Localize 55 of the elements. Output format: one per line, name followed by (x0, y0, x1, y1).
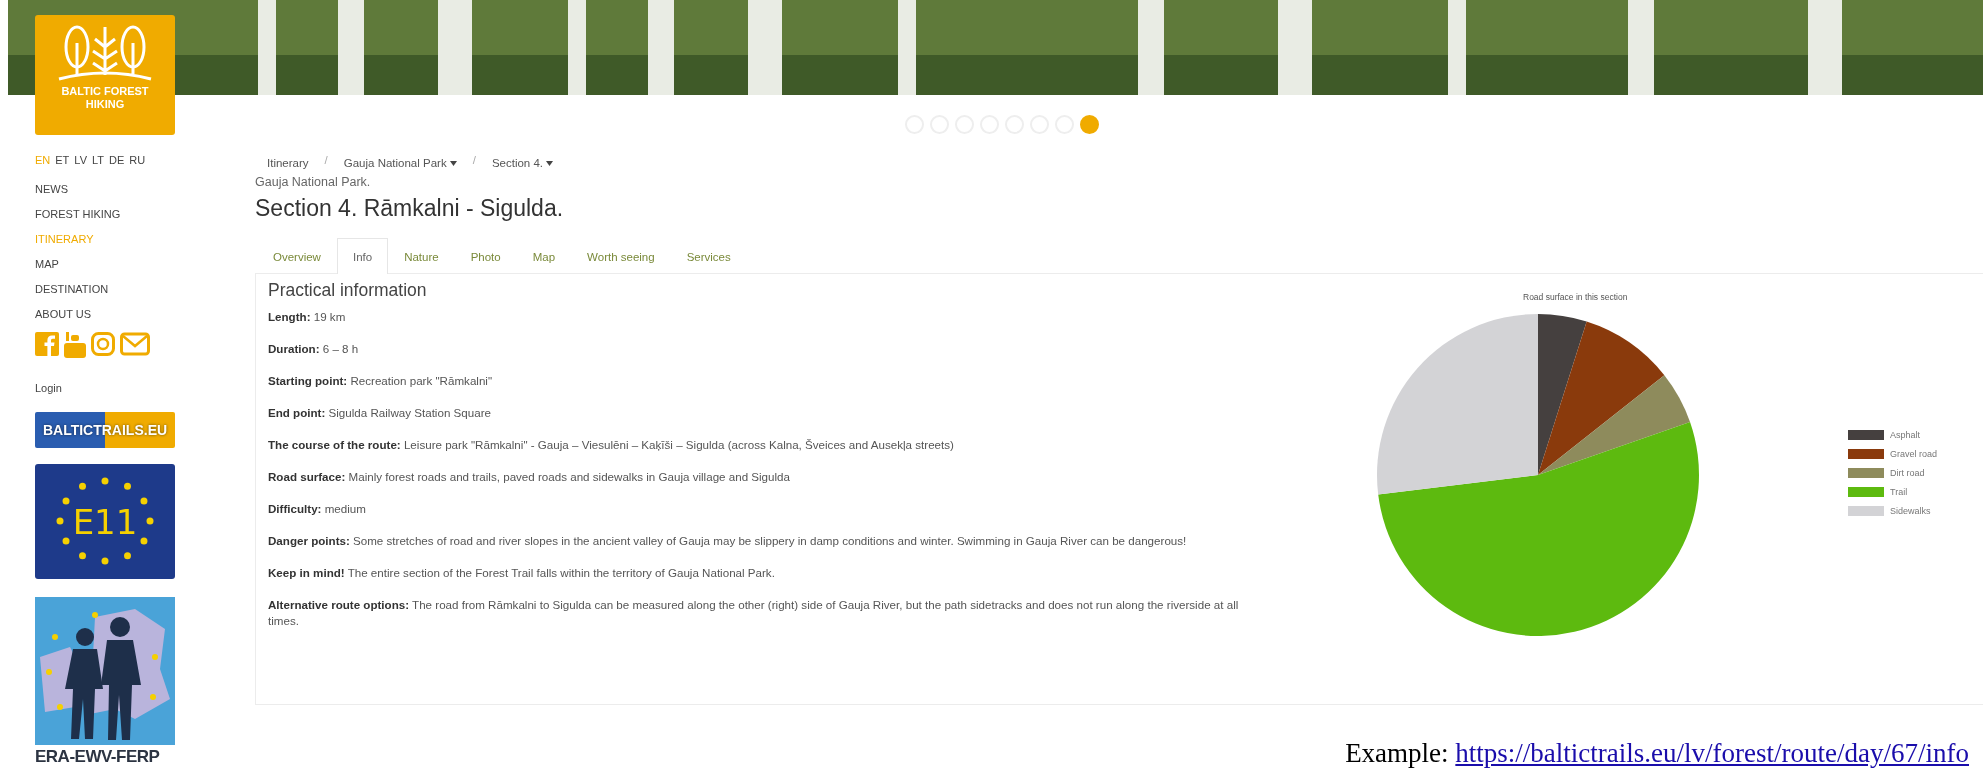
nav-link[interactable]: FOREST HIKING (35, 207, 121, 222)
info-paragraph: End point: Sigulda Railway Station Square (268, 405, 492, 421)
info-paragraph: Alternative route options: The road from Rāmkalni to Sigulda can be measured along the other (right) side of Gauja River, but the path sidetracks and does not run along the riverside at all times. (268, 597, 1240, 629)
login-link[interactable]: Login (35, 382, 200, 394)
language-link[interactable]: ET (55, 154, 70, 166)
park-name: Gauja National Park. (255, 175, 372, 189)
language-link[interactable]: DE (109, 154, 125, 166)
nav-link[interactable]: ABOUT US (35, 307, 92, 322)
legend-label: Asphalt (1890, 430, 1921, 440)
chart-title: Road surface in this section (1523, 292, 1628, 302)
breadcrumb-separator: / (324, 154, 328, 166)
tab[interactable]: Map (516, 238, 572, 274)
info-paragraph: Danger points: Some stretches of road and river slopes in the ancient valley of Gauja may be slippery in damp conditions and winter. Swimming in Gauja River can be dangerous! (268, 533, 1188, 549)
example-label: Example: (1345, 738, 1449, 768)
legend-label: Dirt road (1890, 468, 1925, 478)
info-paragraph: Difficulty: medium (268, 501, 367, 517)
info-paragraph: The course of the route: Leisure park "Rāmkalni" - Gauja – Viesulēni – Kaķīši – Sigulda (across Kalna, Šveices and Ausekļa streets) (268, 437, 955, 453)
hikers-logo-drawing[interactable] (35, 597, 175, 745)
breadcrumb-separator: / (472, 154, 476, 166)
e11-label: E11 (72, 501, 138, 542)
nav-link[interactable]: MAP (35, 257, 59, 272)
tab[interactable]: Photo (454, 238, 517, 274)
tab[interactable]: Services (670, 238, 747, 274)
info-paragraph: Length: 19 km (268, 309, 347, 325)
era-logo-text: ERA-EWV-FERP (35, 747, 161, 767)
breadcrumb-link[interactable]: Gauja National Park (343, 157, 457, 169)
instagram-icon[interactable] (91, 332, 115, 356)
e11-banner[interactable]: E11 (35, 464, 175, 579)
nav-link[interactable]: DESTINATION (35, 282, 109, 297)
breadcrumb-link[interactable]: Itinerary (267, 157, 309, 169)
section-heading: Practical information (268, 280, 428, 301)
slide-dot[interactable] (1080, 115, 1099, 134)
info-paragraph: Starting point: Recreation park "Rāmkalni" (268, 373, 494, 389)
logo-text: BALTIC FOREST HIKING (61, 85, 149, 111)
page-title: Section 4. Rāmkalni - Sigulda. (255, 195, 565, 222)
legend-label: Sidewalks (1890, 506, 1931, 516)
legend-label: Trail (1890, 487, 1908, 497)
info-paragraph: Keep in mind! The entire section of the Forest Trail falls within the territory of Gauja National Park. (268, 565, 776, 581)
language-link[interactable]: LV (74, 154, 87, 166)
tab[interactable]: Worth seeing (571, 238, 671, 274)
example-link[interactable]: https://baltictrails.eu/lv/forest/route/day/67/info (1455, 738, 1969, 768)
info-paragraph: Road surface: Mainly forest roads and trails, paved roads and sidewalks in Gauja village and Sigulda (268, 469, 791, 485)
breadcrumb-link[interactable]: Section 4. (491, 157, 554, 169)
caret-icon (449, 160, 457, 166)
nav-link[interactable]: NEWS (35, 182, 68, 197)
caret-icon (546, 160, 554, 166)
language-link[interactable]: RU (129, 154, 146, 166)
tab[interactable]: Info (336, 238, 389, 274)
tab[interactable]: Nature (388, 238, 455, 274)
language-link[interactable]: LT (92, 154, 104, 166)
mail-icon[interactable] (120, 332, 150, 356)
legend-label: Gravel road (1890, 449, 1938, 459)
facebook-icon[interactable] (35, 332, 59, 356)
tab[interactable]: Overview (257, 238, 337, 274)
info-paragraph: Duration: 6 – 8 h (268, 341, 360, 357)
